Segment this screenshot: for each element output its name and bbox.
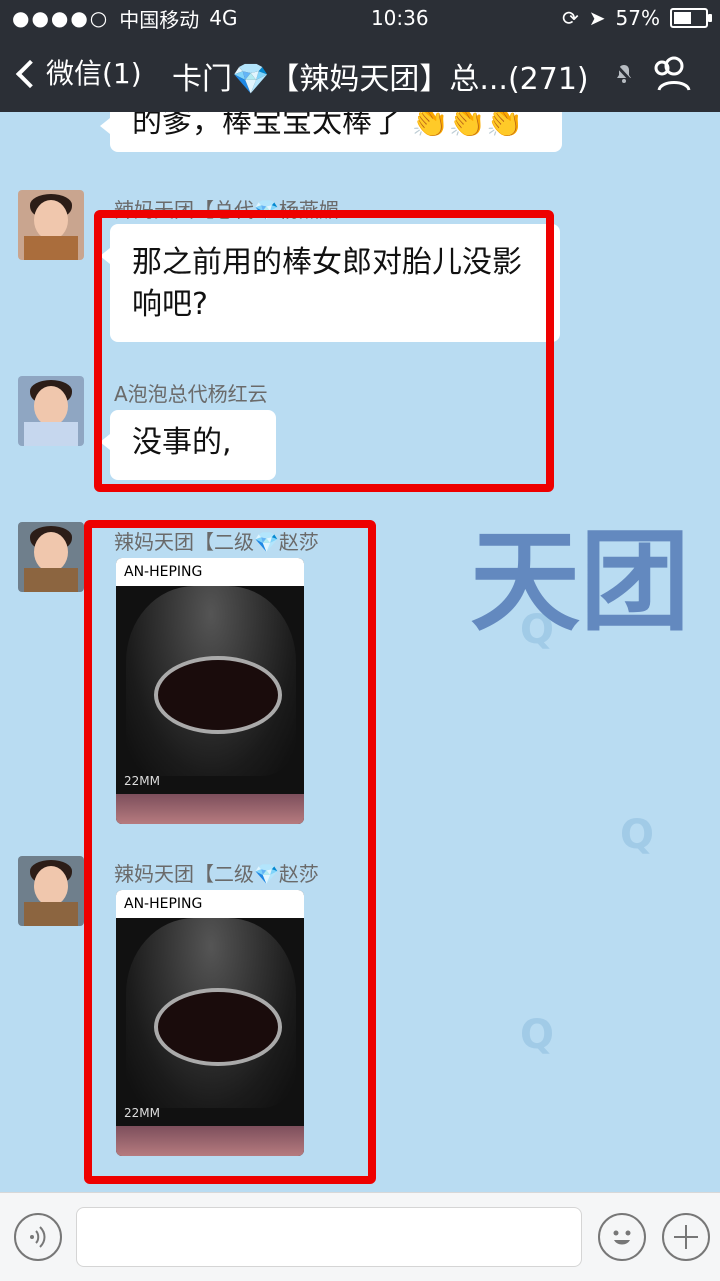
battery-fill bbox=[674, 12, 692, 24]
voice-button[interactable] bbox=[14, 1213, 62, 1261]
status-left: ●●●●○ 中国移动 4G bbox=[12, 4, 238, 33]
watermark-q-3: Q bbox=[520, 1012, 555, 1058]
message-input[interactable] bbox=[76, 1207, 582, 1267]
ultrasound-footer bbox=[116, 1126, 304, 1156]
chat-title: 卡门💎【辣妈天团】总...(271) bbox=[172, 62, 589, 97]
chevron-left-icon bbox=[15, 59, 45, 88]
message-bubble[interactable]: 那之前用的棒女郎对胎儿没影响吧? bbox=[100, 224, 560, 342]
navigation-bar: 微信(1) 卡门💎【辣妈天团】总...(271) bbox=[0, 36, 720, 112]
emoji-button[interactable] bbox=[598, 1213, 646, 1261]
status-bar: ●●●●○ 中国移动 4G 10:36 ⟳ ➤ 57% bbox=[0, 0, 720, 36]
sender-name: A泡泡总代杨红云 bbox=[114, 382, 268, 406]
signal-strength: ●●●●○ bbox=[12, 6, 110, 30]
avatar-body bbox=[24, 568, 78, 592]
mute-bell-icon bbox=[615, 64, 634, 84]
avatar-body bbox=[24, 902, 78, 926]
plus-button[interactable] bbox=[662, 1213, 710, 1261]
ultrasound-label: 22MM bbox=[124, 1106, 160, 1120]
watermark-q-2: Q bbox=[620, 812, 655, 858]
avatar-body bbox=[24, 236, 78, 260]
avatar[interactable] bbox=[18, 856, 84, 926]
avatar-face bbox=[34, 386, 68, 426]
message-text: 没事的, bbox=[132, 425, 232, 460]
carrier-name: 中国移动 bbox=[119, 7, 200, 32]
status-right: ⟳ ➤ 57% bbox=[562, 6, 712, 30]
back-button[interactable]: 微信(1) bbox=[15, 52, 142, 92]
partial-message-bubble[interactable]: 的爹，棒宝宝太棒了 👏👏👏 bbox=[100, 112, 562, 152]
message-bubble[interactable]: 没事的, bbox=[100, 410, 276, 480]
avatar-face bbox=[34, 866, 68, 906]
avatar-face bbox=[34, 532, 68, 572]
ultrasound-header: AN-HEPING bbox=[116, 890, 304, 918]
avatar[interactable] bbox=[18, 376, 84, 446]
background-logo-text: 天团 bbox=[470, 518, 690, 646]
chat-area[interactable]: 天团 Q Q Q 的爹，棒宝宝太棒了 👏👏👏 辣妈天团【总代💎杨燕媚 那之前用的… bbox=[0, 112, 720, 1192]
sender-name: 辣妈天团【总代💎杨燕媚 bbox=[114, 198, 339, 222]
battery-icon bbox=[670, 8, 712, 28]
ultrasound-header: AN-HEPING bbox=[116, 558, 304, 586]
avatar-face bbox=[34, 200, 68, 240]
emoji-icon bbox=[613, 1230, 631, 1245]
lock-rotation-icon: ⟳ bbox=[562, 6, 579, 30]
network-type: 4G bbox=[209, 6, 238, 30]
message-text: 那之前用的棒女郎对胎儿没影响吧? bbox=[132, 245, 522, 322]
ultrasound-image[interactable]: AN-HEPING 22MM bbox=[116, 890, 304, 1156]
location-icon: ➤ bbox=[588, 6, 606, 30]
sender-name: 辣妈天团【二级💎赵莎 bbox=[114, 530, 319, 554]
back-label: 微信(1) bbox=[46, 57, 142, 90]
avatar[interactable] bbox=[18, 522, 84, 592]
ultrasound-label: 22MM bbox=[124, 774, 160, 788]
status-time: 10:36 bbox=[370, 6, 429, 30]
ultrasound-footer bbox=[116, 794, 304, 824]
voice-icon bbox=[30, 1226, 46, 1248]
avatar[interactable] bbox=[18, 190, 84, 260]
sender-name: 辣妈天团【二级💎赵莎 bbox=[114, 862, 319, 886]
gestational-sac bbox=[154, 656, 282, 734]
group-icon[interactable] bbox=[650, 54, 694, 94]
avatar-body bbox=[24, 422, 78, 446]
partial-message-text: 的爹，棒宝宝太棒了 👏👏👏 bbox=[132, 112, 524, 140]
gestational-sac bbox=[154, 988, 282, 1066]
battery-percent: 57% bbox=[615, 6, 660, 30]
input-bar bbox=[0, 1192, 720, 1281]
ultrasound-image[interactable]: AN-HEPING 22MM bbox=[116, 558, 304, 824]
watermark-q-1: Q bbox=[520, 607, 555, 653]
